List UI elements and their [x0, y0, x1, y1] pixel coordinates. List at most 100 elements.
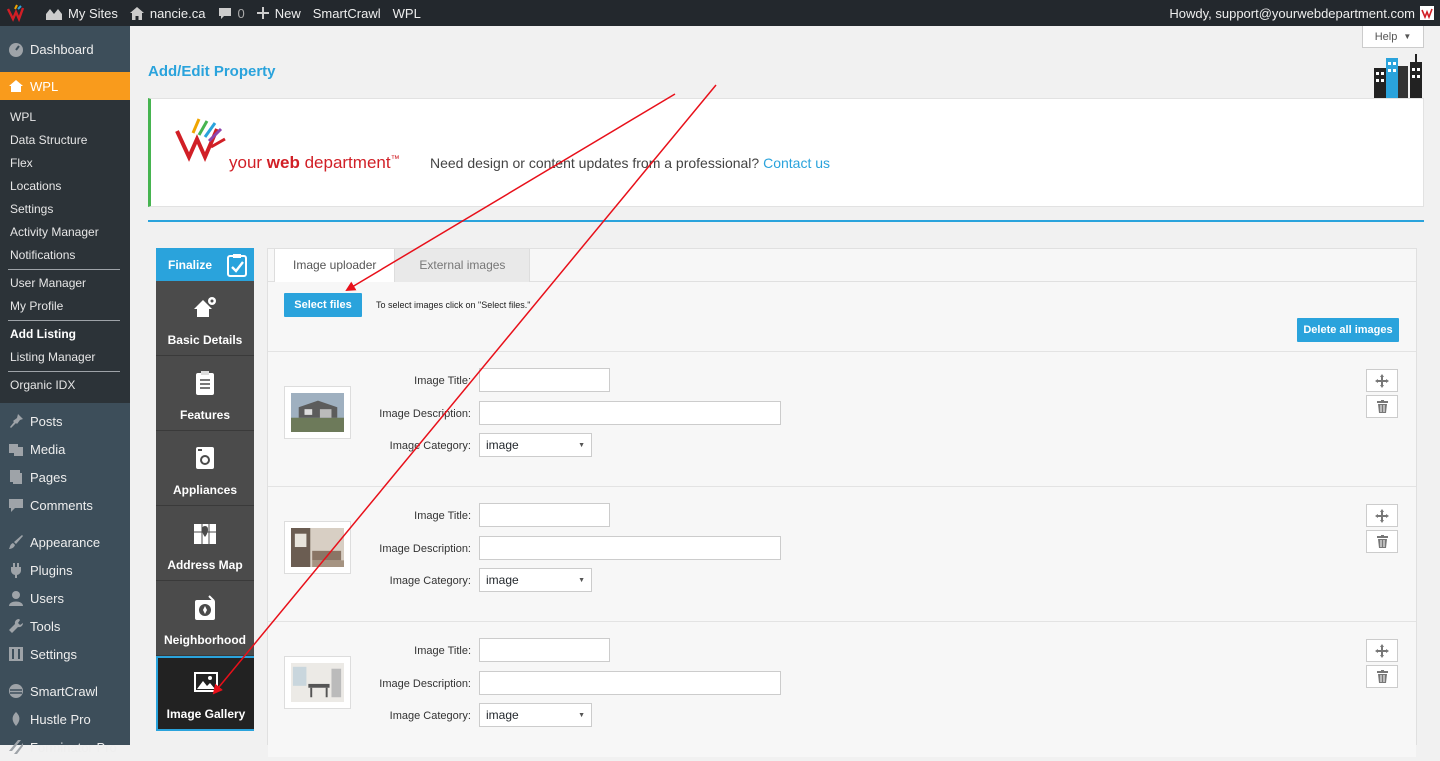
sidebar-item-users[interactable]: Users	[0, 584, 130, 612]
select-caret-icon: ▼	[578, 711, 585, 719]
image-description-input[interactable]	[479, 401, 781, 425]
sidebar-item-smartcrawl[interactable]: SmartCrawl	[0, 677, 130, 705]
submenu-item[interactable]: Activity Manager	[0, 221, 130, 244]
trash-icon	[1376, 670, 1388, 683]
site-name-menu[interactable]: nancie.ca	[124, 0, 212, 26]
trash-icon	[1376, 535, 1388, 548]
sidebar-item-dashboard[interactable]: Dashboard	[0, 26, 130, 72]
sidebar-item-comments[interactable]: Comments	[0, 491, 130, 519]
sidebar-label-dashboard: Dashboard	[30, 41, 94, 57]
my-sites-label: My Sites	[68, 5, 118, 21]
image-thumbnail[interactable]	[284, 386, 351, 439]
map-pin-icon	[194, 524, 216, 544]
submenu-item[interactable]: Locations	[0, 175, 130, 198]
smartcrawl-icon	[9, 684, 23, 698]
wpl-house-icon	[9, 80, 23, 92]
sidebar-item-settings[interactable]: Settings	[0, 640, 130, 668]
admin-sidebar: Dashboard WPL WPL Data Structure Flex Lo…	[0, 26, 130, 755]
tab-image-uploader[interactable]: Image uploader	[274, 249, 396, 283]
contact-us-link[interactable]: Contact us	[763, 155, 830, 171]
wp-logo-menu[interactable]	[0, 0, 40, 26]
delete-image-button[interactable]	[1366, 395, 1398, 418]
my-sites-menu[interactable]: My Sites	[40, 0, 124, 26]
clipboard-check-icon	[227, 253, 247, 277]
finalize-button[interactable]: Finalize	[156, 248, 254, 281]
new-content-menu[interactable]: New	[251, 0, 307, 26]
forminator-icon	[9, 740, 23, 754]
image-thumbnail[interactable]	[284, 656, 351, 709]
trash-icon	[1376, 400, 1388, 413]
sidebar-item-appearance[interactable]: Appearance	[0, 528, 130, 556]
tab-label: Basic Details	[167, 333, 243, 347]
submenu-item[interactable]: Notifications	[0, 244, 130, 267]
ywd-brand-logo-icon	[175, 118, 226, 162]
smartcrawl-menu[interactable]: SmartCrawl	[307, 0, 387, 26]
tab-neighborhood[interactable]: Neighborhood	[156, 581, 254, 656]
comments-menu[interactable]: 0	[212, 0, 251, 26]
sidebar-item-plugins[interactable]: Plugins	[0, 556, 130, 584]
avatar	[1420, 6, 1434, 20]
image-gallery-panel: Image uploader External images Select fi…	[267, 248, 1417, 757]
tab-address-map[interactable]: Address Map	[156, 506, 254, 581]
image-description-label: Image Description:	[379, 543, 471, 555]
select-files-button[interactable]: Select files	[284, 293, 362, 317]
select-value: image	[486, 438, 519, 452]
sidebar-label: Media	[30, 441, 66, 457]
submenu-item[interactable]: Listing Manager	[0, 346, 130, 369]
brand-wordmark: your web department™	[229, 153, 400, 173]
move-button[interactable]	[1366, 369, 1398, 392]
delete-image-button[interactable]	[1366, 530, 1398, 553]
sidebar-item-pages[interactable]: Pages	[0, 463, 130, 491]
tab-basic-details[interactable]: Basic Details	[156, 281, 254, 356]
tab-external-images[interactable]: External images	[395, 249, 531, 282]
sidebar-label: Hustle Pro	[30, 711, 91, 727]
image-title-input[interactable]	[479, 638, 610, 662]
tab-label: Image Gallery	[166, 707, 246, 721]
sidebar-item-media[interactable]: Media	[0, 435, 130, 463]
image-category-select[interactable]: image ▼	[479, 568, 592, 592]
sidebar-item-wpl[interactable]: WPL	[0, 72, 130, 100]
image-description-input[interactable]	[479, 536, 781, 560]
city-buildings-icon	[1374, 54, 1422, 98]
caret-down-icon: ▼	[1403, 32, 1412, 41]
wpl-menu[interactable]: WPL	[387, 0, 427, 26]
move-button[interactable]	[1366, 639, 1398, 662]
tab-appliances[interactable]: Appliances	[156, 431, 254, 506]
submenu-item[interactable]: Organic IDX	[0, 374, 130, 397]
image-gallery-icon	[194, 672, 218, 692]
brand-tm: ™	[390, 153, 400, 164]
delete-image-button[interactable]	[1366, 665, 1398, 688]
delete-all-images-button[interactable]: Delete all images	[1297, 318, 1399, 342]
home-icon	[129, 6, 144, 20]
select-value: image	[486, 573, 519, 587]
submenu-item[interactable]: My Profile	[0, 295, 130, 318]
submenu-item-current[interactable]: Add Listing	[0, 323, 130, 346]
comments-count: 0	[237, 5, 245, 21]
image-description-label: Image Description:	[379, 678, 471, 690]
image-title-label: Image Title:	[414, 510, 471, 522]
submenu-item[interactable]: Flex	[0, 152, 130, 175]
pages-icon	[10, 470, 22, 484]
tab-image-gallery[interactable]: Image Gallery	[156, 656, 254, 731]
image-category-select[interactable]: image ▼	[479, 703, 592, 727]
image-category-select[interactable]: image ▼	[479, 433, 592, 457]
help-tab-button[interactable]: Help ▼	[1362, 26, 1424, 48]
image-title-input[interactable]	[479, 368, 610, 392]
submenu-item[interactable]: WPL	[0, 106, 130, 129]
submenu-divider	[8, 371, 120, 372]
tab-features[interactable]: Features	[156, 356, 254, 431]
sidebar-item-hustle[interactable]: Hustle Pro	[0, 705, 130, 733]
sidebar-item-posts[interactable]: Posts	[0, 407, 130, 435]
submenu-item[interactable]: User Manager	[0, 272, 130, 295]
account-menu[interactable]: Howdy, support@yourwebdepartment.com	[1163, 0, 1440, 26]
wpl-submenu: WPL Data Structure Flex Locations Settin…	[0, 100, 130, 403]
sidebar-item-tools[interactable]: Tools	[0, 612, 130, 640]
upload-area: Select files To select images click on "…	[268, 282, 1416, 352]
submenu-item[interactable]: Data Structure	[0, 129, 130, 152]
image-description-input[interactable]	[479, 671, 781, 695]
sidebar-item-forminator[interactable]: Forminator Pro	[0, 733, 130, 761]
move-button[interactable]	[1366, 504, 1398, 527]
image-thumbnail[interactable]	[284, 521, 351, 574]
submenu-item[interactable]: Settings	[0, 198, 130, 221]
image-title-input[interactable]	[479, 503, 610, 527]
